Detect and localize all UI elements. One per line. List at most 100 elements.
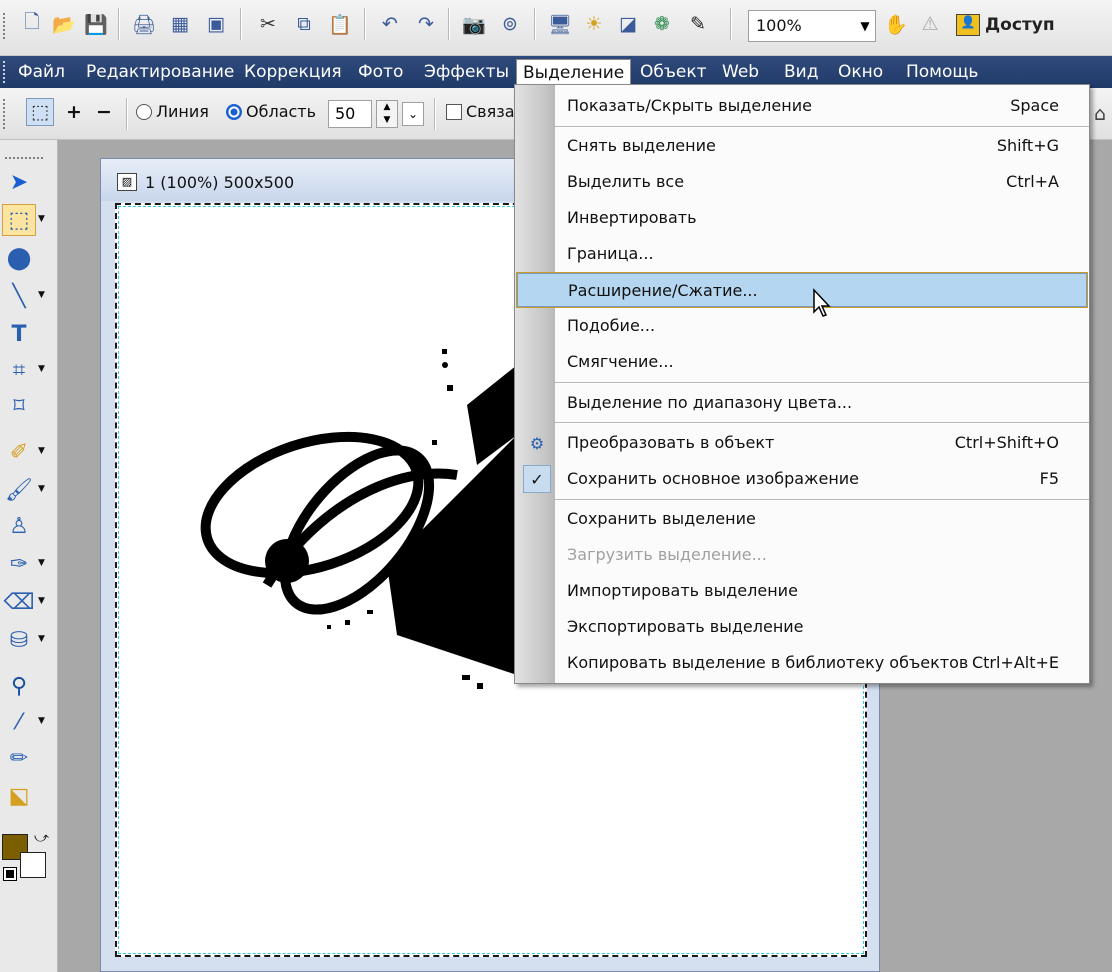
new-file-icon[interactable]: 🗋 [18,10,46,38]
chevron-down-icon[interactable]: ▼ [38,716,45,726]
scanner-icon[interactable]: 🖨 [130,10,158,38]
subtract-selection-icon[interactable]: − [90,98,118,126]
redo-icon[interactable]: ↷ [412,10,440,38]
airbrush-tool-icon[interactable]: ✑ [2,548,36,580]
area-label: Область [246,102,317,121]
effects-icon[interactable]: ❁ [648,10,676,38]
chevron-down-icon[interactable]: ▼ [38,634,45,644]
menu-item-import-selection[interactable]: Импортировать выделение [517,574,1087,608]
menu-item-save-selection[interactable]: Сохранить выделение [517,502,1087,536]
brush-tool-icon[interactable]: 🖌 [2,474,36,506]
hand-icon[interactable]: ✋ [882,10,910,38]
paste-icon[interactable]: 📋 [326,10,354,38]
eyedropper-tool-icon[interactable]: ⁄ [2,706,36,738]
toolbar-separator [434,98,436,130]
menu-separator [555,382,1089,384]
menu-item-expand-shrink[interactable]: Расширение/Сжатие... [516,272,1088,308]
chevron-down-icon[interactable]: ▼ [38,446,45,456]
undo-icon[interactable]: ↶ [376,10,404,38]
menu-item-show-hide-selection[interactable]: Показать/Скрыть выделение Space [517,89,1087,123]
toolbar-grip[interactable] [2,98,6,130]
retouch-tool-icon[interactable]: ✐ [2,436,36,468]
menu-item-preserve-base-image[interactable]: ✓ Сохранить основное изображение F5 [517,462,1087,496]
help-icon[interactable]: ⚠ [916,10,944,38]
size-spinner[interactable]: ▲ ▼ [376,100,398,128]
menu-item-convert-to-object[interactable]: ⚙ Преобразовать в объект Ctrl+Shift+O [517,426,1087,460]
area-option[interactable]: Область [226,102,316,121]
menu-effects[interactable]: Эффекты [418,59,515,85]
menu-item-copy-to-library[interactable]: Копировать выделение в библиотеку объект… [517,646,1087,680]
swap-colors-icon[interactable]: ⤻ [34,830,49,846]
menu-file[interactable]: Файл [12,59,71,85]
menu-item-border[interactable]: Граница... [517,237,1087,271]
line-radio[interactable] [136,103,152,120]
menu-photo[interactable]: Фото [352,59,409,85]
size-input[interactable]: 50 [328,100,372,128]
menu-grip[interactable] [2,60,6,84]
clone-tool-icon[interactable]: ♙ [2,510,36,542]
save-icon[interactable]: 💾 [82,10,110,38]
menu-view[interactable]: Вид [778,59,824,85]
access-button[interactable]: 👤 Доступ [956,10,1055,40]
menu-item-color-range[interactable]: Выделение по диапазону цвета... [517,386,1087,420]
reset-colors-icon[interactable] [3,867,17,881]
chevron-down-icon[interactable]: ▼ [38,558,45,568]
monitor-icon[interactable]: 🖥 [546,10,574,38]
menu-object[interactable]: Объект [634,59,713,85]
levels-icon[interactable]: ◪ [614,10,642,38]
eraser-tool-icon[interactable]: ⌫ [2,586,36,618]
chevron-down-icon[interactable]: ▼ [38,596,45,606]
background-color-swatch[interactable] [20,852,46,878]
line-option[interactable]: Линия [136,102,209,121]
cut-icon[interactable]: ✂ [254,10,282,38]
link-option[interactable]: Связа [446,102,515,121]
menu-edit[interactable]: Редактирование [80,59,240,85]
picker-tool-icon[interactable]: ✏ [2,742,36,774]
menu-item-load-selection: Загрузить выделение... [567,545,767,564]
menu-item-deselect[interactable]: Снять выделение Shift+G [517,129,1087,163]
link-label: Связа [466,102,515,121]
capture-icon[interactable]: ⊚ [496,10,524,38]
menu-adjust[interactable]: Коррекция [238,59,348,85]
toolbar-separator [118,8,120,40]
camera-icon[interactable]: 📷 [460,10,488,38]
menu-item-export-selection[interactable]: Экспортировать выделение [517,610,1087,644]
chevron-down-icon[interactable]: ▼ [38,214,45,224]
menu-separator [555,422,1089,424]
text-tool-icon[interactable]: T [2,318,36,350]
menu-web[interactable]: Web [716,59,765,85]
selection-mode-icon[interactable]: ⬚ [26,98,54,126]
pointer-tool-icon[interactable]: ➤ [2,166,36,198]
zoom-tool-icon[interactable]: ⚲ [2,670,36,702]
brightness-icon[interactable]: ☀ [580,10,608,38]
menu-item-invert[interactable]: Инвертировать [517,201,1087,235]
link-checkbox[interactable] [446,103,462,120]
eyedropper-icon[interactable]: ✎ [684,10,712,38]
copy-icon[interactable]: ⧉ [290,10,318,38]
menu-window[interactable]: Окно [832,59,889,85]
palette-grip[interactable] [4,156,44,160]
add-selection-icon[interactable]: + [60,98,88,126]
browser-icon[interactable]: ▦ [166,10,194,38]
area-radio[interactable] [226,103,242,120]
chevron-down-icon[interactable]: ⌄ [402,102,424,126]
chevron-down-icon[interactable]: ▼ [38,484,45,494]
menu-item-similar[interactable]: Подобие... [517,309,1087,343]
selection-tool-icon[interactable]: ⬚ [2,204,36,236]
shape-tool-icon[interactable]: ⬤ [2,242,36,274]
chevron-down-icon[interactable]: ▼ [38,364,45,374]
menu-help[interactable]: Помощь [900,59,984,85]
chevron-down-icon[interactable]: ▼ [854,11,876,41]
toolbar-grip[interactable] [2,12,6,40]
chevron-down-icon[interactable]: ▼ [38,290,45,300]
line-tool-icon[interactable]: ╲ [2,280,36,312]
fill-tool-icon[interactable]: ⛁ [2,624,36,656]
transform-tool-icon[interactable]: ⌑ [2,390,36,422]
menu-item-soften[interactable]: Смягчение... [517,345,1087,379]
menu-item-select-all[interactable]: Выделить все Ctrl+A [517,165,1087,199]
selection-menu-dropdown: Показать/Скрыть выделение Space Снять вы… [514,84,1090,684]
frame-tool-icon[interactable]: ⬕ [2,780,36,812]
image-icon[interactable]: ▣ [202,10,230,38]
open-folder-icon[interactable]: 📂 [50,10,78,38]
crop-tool-icon[interactable]: ⌗ [2,354,36,386]
